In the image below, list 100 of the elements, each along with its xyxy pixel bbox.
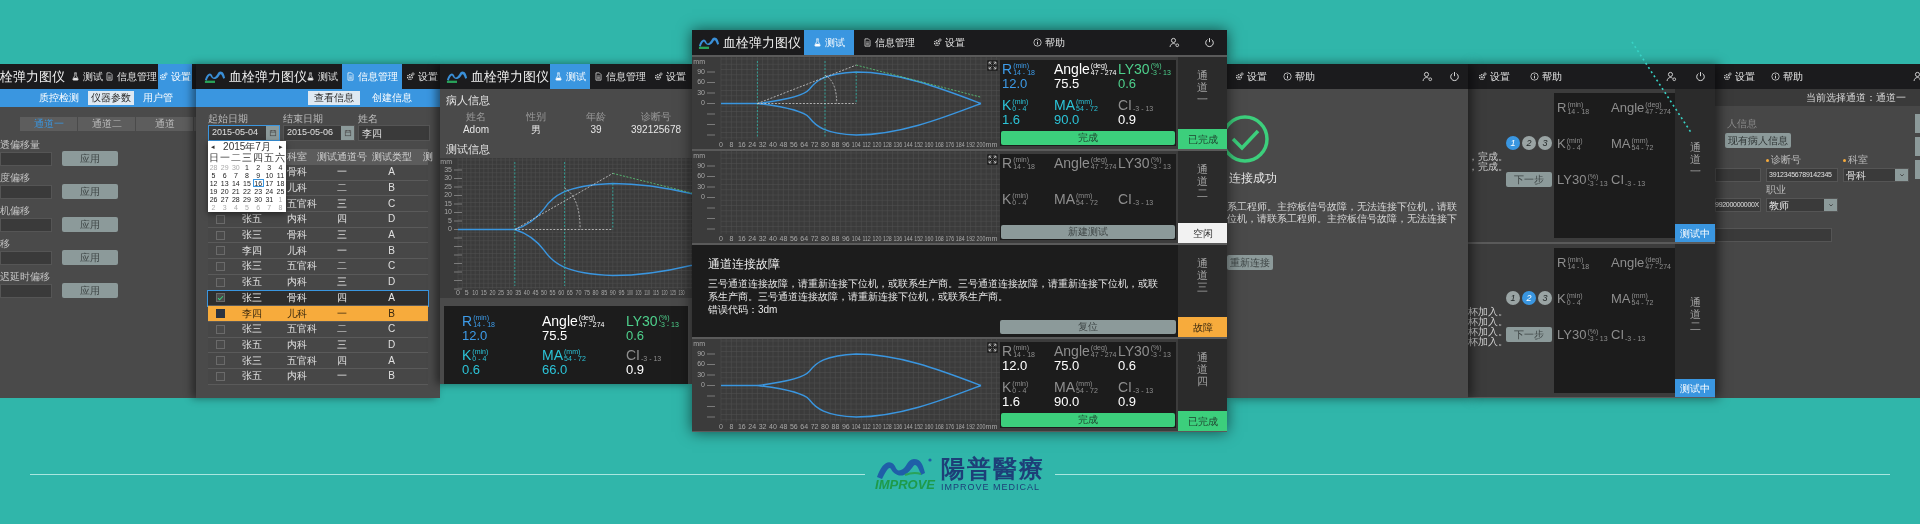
apply-button[interactable]: 应用: [62, 151, 118, 166]
action-button[interactable]: 复位: [1000, 320, 1176, 334]
nav-tab[interactable]: 帮助: [1763, 64, 1811, 89]
flask-icon: [554, 72, 563, 81]
checkbox[interactable]: [215, 293, 225, 303]
nav-tab[interactable]: 设置: [1715, 64, 1763, 89]
expand-icon[interactable]: [987, 60, 998, 71]
table-row[interactable]: 李四 儿科 一 B: [208, 306, 428, 322]
table-row[interactable]: 张三 骨科 四 A: [208, 290, 428, 307]
settings-icon: [933, 38, 942, 47]
date-field[interactable]: 2015-05-04: [208, 125, 280, 141]
checkbox[interactable]: [215, 277, 225, 287]
table-cell-text: 二: [336, 183, 348, 194]
metric-name: LY30: [1118, 344, 1150, 358]
field-value: 39: [589, 123, 603, 136]
apply-button[interactable]: 应用: [62, 217, 118, 232]
apply-button[interactable]: 应用: [62, 283, 118, 298]
checkbox[interactable]: [215, 230, 225, 240]
action-button[interactable]: 完成: [1001, 413, 1175, 427]
input-field[interactable]: [1715, 168, 1761, 182]
metric-name: Angle: [1054, 344, 1090, 358]
nav-tab[interactable]: 帮助: [1275, 64, 1323, 89]
nav-tab[interactable]: 信息管理: [590, 64, 650, 89]
expand-icon[interactable]: [987, 154, 998, 165]
side-tab[interactable]: [1915, 114, 1920, 133]
calendar-button[interactable]: [341, 126, 354, 140]
field-label: 结束日期: [283, 113, 324, 125]
metric-name: R: [1002, 62, 1013, 76]
checkbox[interactable]: [215, 261, 225, 271]
checkbox[interactable]: [215, 371, 225, 381]
nav-tab[interactable]: 信息管理: [104, 64, 158, 89]
sub-tab[interactable]: 查看信息: [308, 91, 360, 105]
step-indicator[interactable]: 2: [1522, 136, 1536, 150]
table-cell-text: 三: [336, 198, 348, 209]
checkbox[interactable]: [215, 246, 225, 256]
user-icon[interactable]: [1422, 71, 1433, 82]
user-icon[interactable]: [1666, 71, 1677, 82]
field-value: 392125678: [629, 123, 683, 136]
checkbox[interactable]: [215, 356, 225, 366]
input-field[interactable]: [0, 217, 52, 232]
weekday-label: 二: [230, 152, 242, 163]
nav-tab[interactable]: 帮助: [1520, 64, 1572, 89]
table-row[interactable]: 张三 五官科 四 A: [208, 353, 428, 369]
checkbox[interactable]: [215, 340, 225, 350]
nav-tab[interactable]: 设置: [1468, 64, 1520, 89]
dropdown-button[interactable]: [1824, 199, 1837, 211]
existing-patient-button[interactable]: 现有病人信息: [1725, 133, 1791, 148]
field-label: 透偏移量: [0, 139, 41, 151]
table-row[interactable]: 张三 五官科 二 C: [208, 259, 428, 275]
action-button[interactable]: 完成: [1001, 131, 1175, 145]
metric-name: LY30: [1557, 328, 1587, 341]
apply-button[interactable]: 应用: [62, 250, 118, 265]
input-field[interactable]: [0, 184, 52, 199]
status-badge: 测试中: [1675, 224, 1715, 242]
nav-tab[interactable]: 设置: [650, 64, 690, 89]
metric-name: MA: [1054, 380, 1075, 394]
action-button[interactable]: 新建测试: [1001, 225, 1175, 239]
sub-tab[interactable]: 仪器参数: [88, 91, 134, 105]
nav-tab[interactable]: 设置: [402, 64, 440, 89]
step-indicator[interactable]: 3: [1538, 291, 1552, 305]
step-indicator[interactable]: 1: [1506, 291, 1520, 305]
table-cell-text: 张三: [241, 292, 263, 303]
select-field[interactable]: 骨科: [1843, 168, 1909, 182]
side-tab[interactable]: [1915, 160, 1920, 179]
checkbox[interactable]: [215, 309, 225, 319]
date-field[interactable]: 2015-05-06: [283, 125, 355, 141]
apply-button[interactable]: 应用: [62, 184, 118, 199]
input-field[interactable]: [0, 151, 52, 166]
reconnect-button[interactable]: 重新连接: [1227, 255, 1273, 270]
user-icon[interactable]: [1169, 37, 1180, 48]
nav-tab[interactable]: 设置: [924, 30, 974, 55]
step-indicator[interactable]: 3: [1538, 136, 1552, 150]
table-row[interactable]: 李四 儿科 一 B: [208, 243, 428, 260]
channel-label: 通道一: [1689, 141, 1701, 178]
checkbox[interactable]: [215, 214, 225, 224]
nav-tab[interactable]: 测试: [70, 64, 104, 89]
nav-tab[interactable]: 设置: [1227, 64, 1275, 89]
field-label: 姓名: [358, 113, 379, 125]
metric-name: CI: [1611, 173, 1624, 186]
expand-icon[interactable]: [987, 342, 998, 353]
power-icon[interactable]: [1695, 71, 1706, 82]
app-title: 血栓弹力图仪: [229, 70, 307, 83]
nav-tab[interactable]: 信息管理: [854, 30, 924, 55]
table-row[interactable]: 张五 内科 四 D: [208, 212, 428, 228]
calendar-button[interactable]: [266, 126, 279, 140]
select-field[interactable]: 教师: [1766, 198, 1838, 212]
text-field[interactable]: 李四: [358, 125, 430, 141]
metric-name: Angle: [1054, 62, 1090, 76]
channel-tab[interactable]: 通道: [136, 117, 194, 131]
input-field[interactable]: [0, 250, 52, 265]
side-tab[interactable]: [1915, 137, 1920, 156]
nav-tab[interactable]: 帮助: [1024, 30, 1074, 55]
dropdown-button[interactable]: [1895, 169, 1908, 181]
checkbox[interactable]: [215, 324, 225, 334]
input-field[interactable]: [1715, 228, 1832, 242]
power-icon[interactable]: [1449, 71, 1460, 82]
power-icon[interactable]: [1204, 37, 1215, 48]
input-field[interactable]: [0, 283, 52, 298]
metric-name: K: [462, 348, 472, 362]
fault-title: 通道连接故障: [708, 257, 781, 271]
